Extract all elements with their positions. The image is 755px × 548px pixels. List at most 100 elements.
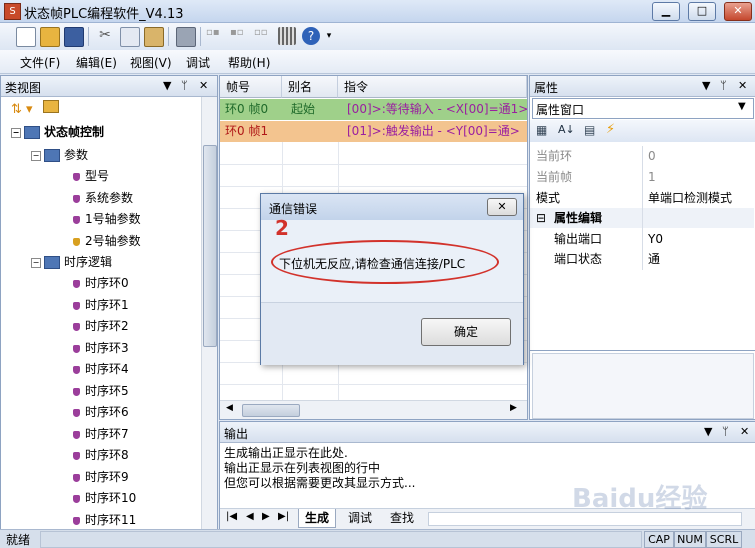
tree-root[interactable]: − 状态帧控制	[11, 122, 104, 142]
help-icon[interactable]: ?	[302, 27, 320, 45]
sort-az-icon[interactable]: A↓	[558, 123, 575, 136]
tab-prev-icon[interactable]: ◀	[246, 511, 254, 522]
dropdown-arrow-icon[interactable]: ▼	[704, 425, 712, 438]
window-title: 状态帧PLC编程软件_V4.13	[24, 7, 184, 22]
collapse-icon[interactable]: −	[31, 150, 41, 161]
tab-build[interactable]: 生成	[298, 509, 337, 528]
open-folder-icon[interactable]	[40, 27, 60, 47]
collapse-icon[interactable]: −	[31, 257, 41, 268]
copy-icon[interactable]	[120, 27, 140, 47]
tree-params-group[interactable]: − 参数	[31, 145, 88, 165]
tab-find[interactable]: 查找	[384, 509, 420, 527]
status-cap: CAP	[644, 531, 674, 548]
align-center-icon[interactable]: ▪▫	[230, 27, 248, 45]
gem-icon	[73, 494, 80, 503]
menu-help[interactable]: 帮助(H)	[228, 54, 270, 71]
categorized-icon[interactable]: ▦	[536, 123, 547, 137]
grid-icon[interactable]	[278, 27, 296, 45]
table-hscrollbar[interactable]: ◀ ▶	[220, 400, 527, 419]
scrollbar-thumb[interactable]	[242, 404, 300, 417]
ok-button[interactable]: 确定	[421, 318, 511, 346]
save-icon[interactable]	[64, 27, 84, 47]
new-file-icon[interactable]	[16, 27, 36, 47]
gem-icon	[73, 387, 80, 396]
menu-edit[interactable]: 编辑(E)	[76, 54, 117, 71]
scrollbar-thumb[interactable]	[203, 145, 217, 347]
tree-item-seq10[interactable]: 时序环10	[73, 488, 136, 508]
tree-item-seq4[interactable]: 时序环4	[73, 359, 129, 379]
tree-item-seq8[interactable]: 时序环8	[73, 445, 129, 465]
events-icon[interactable]: ⚡	[606, 122, 615, 137]
status-ready: 就绪	[6, 533, 31, 547]
tree-seq-group[interactable]: − 时序逻辑	[31, 252, 112, 272]
collapse-icon[interactable]: ⊟	[536, 208, 546, 228]
tree-item-seq0[interactable]: 时序环0	[73, 273, 129, 293]
col-header-command[interactable]: 指令	[338, 76, 527, 98]
panel-close-icon[interactable]: ✕	[740, 425, 749, 438]
panel-close-icon[interactable]: ✕	[738, 79, 747, 92]
menu-view[interactable]: 视图(V)	[130, 54, 172, 71]
scroll-left-icon[interactable]: ◀	[226, 403, 233, 413]
menu-debug[interactable]: 调试	[186, 54, 210, 71]
tab-debug[interactable]: 调试	[342, 509, 378, 527]
app-icon: S	[4, 3, 21, 20]
panel-close-icon[interactable]: ✕	[199, 79, 208, 92]
tree-item-system-params[interactable]: 系统参数	[73, 188, 133, 208]
cut-icon[interactable]: ✂	[96, 27, 114, 45]
tree-item-axis1-params[interactable]: 1号轴参数	[73, 209, 141, 229]
properties-toolbar: ▦ A↓ ▤ ⚡	[530, 120, 755, 142]
tab-next-icon[interactable]: ▶	[262, 511, 270, 522]
tree-item-seq11[interactable]: 时序环11	[73, 510, 136, 530]
new-folder-icon[interactable]	[42, 100, 59, 113]
tree-item-model[interactable]: 型号	[73, 166, 109, 186]
properties-title: 属性	[534, 81, 559, 95]
align-left-icon[interactable]: ▫▪	[206, 27, 224, 45]
output-text: 生成输出正显示在此处. 输出正显示在列表视图的行中 但您可以根据需要更改其显示方…	[224, 446, 416, 490]
gem-icon	[73, 344, 80, 353]
status-num: NUM	[674, 531, 706, 548]
menu-file[interactable]: 文件(F)	[20, 54, 60, 71]
print-icon[interactable]	[176, 27, 196, 47]
chevron-down-icon[interactable]: ▼	[738, 101, 746, 112]
sort-icon[interactable]: ⇅ ▾	[11, 102, 33, 117]
dropdown-arrow-icon[interactable]: ▼	[163, 79, 171, 92]
tab-last-icon[interactable]: ▶|	[278, 511, 289, 522]
distribute-icon[interactable]: ▫▫	[254, 27, 272, 45]
dropdown-arrow-icon[interactable]: ▼	[702, 79, 710, 92]
tree-item-axis2-params[interactable]: 2号轴参数	[73, 231, 141, 251]
tree-item-seq9[interactable]: 时序环9	[73, 467, 129, 487]
tree-item-seq1[interactable]: 时序环1	[73, 295, 129, 315]
col-header-frame[interactable]: 帧号	[220, 76, 282, 98]
property-window-select[interactable]: 属性窗口 ▼	[532, 98, 754, 119]
gem-icon	[73, 215, 80, 224]
class-view-header: 类视图 ▼ ᛘ ✕	[1, 76, 217, 97]
gem-icon	[73, 322, 80, 331]
tree-item-seq7[interactable]: 时序环7	[73, 424, 129, 444]
properties-panel: 属性 ▼ ᛘ ✕ 属性窗口 ▼ ▦ A↓ ▤ ⚡ 当前环 0 当前帧 1 模式 …	[529, 75, 755, 420]
toolbar-more-icon[interactable]: ▾	[324, 27, 334, 45]
gem-icon	[73, 430, 80, 439]
tab-first-icon[interactable]: |◀	[226, 511, 237, 522]
close-button[interactable]: ✕	[724, 2, 752, 21]
pin-icon[interactable]: ᛘ	[720, 79, 727, 92]
dialog-close-button[interactable]: ✕	[487, 198, 517, 216]
tree-item-seq3[interactable]: 时序环3	[73, 338, 129, 358]
scroll-right-icon[interactable]: ▶	[510, 403, 517, 413]
gem-icon	[73, 451, 80, 460]
paste-icon[interactable]	[144, 27, 164, 47]
pin-icon[interactable]: ᛘ	[181, 79, 188, 92]
class-view-scrollbar[interactable]	[201, 97, 217, 529]
pin-icon[interactable]: ᛘ	[722, 425, 729, 438]
minimize-button[interactable]: ▁	[652, 2, 680, 21]
table-row[interactable]: 环0 帧1 [01]>:触发输出 - <Y[00]=通>	[220, 121, 527, 142]
status-bar: 就绪 CAP NUM SCRL	[0, 529, 755, 548]
tree-item-seq2[interactable]: 时序环2	[73, 316, 129, 336]
tree-item-seq5[interactable]: 时序环5	[73, 381, 129, 401]
maximize-button[interactable]: □	[688, 2, 716, 21]
tree-item-seq6[interactable]: 时序环6	[73, 402, 129, 422]
table-row[interactable]: 环0 帧0 起始 [00]>:等待输入 - <X[00]=通1>	[220, 99, 527, 120]
property-pages-icon[interactable]: ▤	[584, 123, 595, 137]
col-header-alias[interactable]: 别名	[282, 76, 338, 98]
status-progress	[40, 531, 642, 548]
collapse-icon[interactable]: −	[11, 127, 21, 138]
